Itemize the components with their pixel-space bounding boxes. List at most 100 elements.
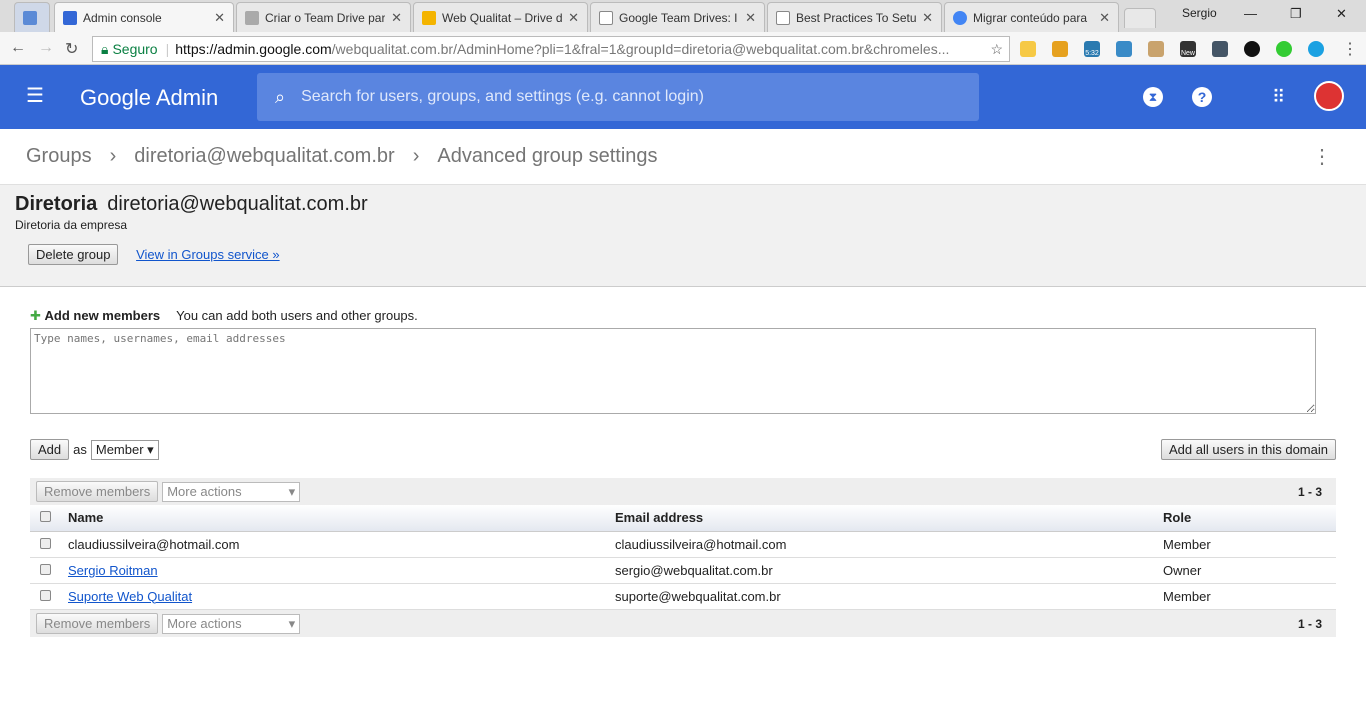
tab-admin-console[interactable]: Admin console ✕	[54, 2, 234, 32]
group-description: Diretoria da empresa	[15, 218, 128, 232]
chrome-menu-icon[interactable]: ⋮	[1342, 39, 1358, 59]
close-tab-icon[interactable]: ✕	[1099, 10, 1110, 26]
more-vert-icon[interactable]: ⋮	[1312, 144, 1332, 169]
menu-icon[interactable]: ☰	[26, 86, 46, 107]
table-row: Suporte Web Qualitat suporte@webqualitat.…	[30, 583, 1336, 610]
table-row: claudiussilveira@hotmail.com claudiussilv…	[30, 531, 1336, 558]
more-actions-select[interactable]: More actions ▾	[162, 481, 301, 502]
minimize-icon[interactable]: —	[1244, 6, 1257, 21]
profile-name[interactable]: Sergio	[1182, 6, 1217, 20]
delete-group-button[interactable]: Delete group	[28, 244, 119, 265]
tab-title: Google Team Drives: I	[619, 10, 738, 25]
hourglass-icon[interactable]: ⧗	[1143, 87, 1163, 107]
chevron-right-icon: ›	[109, 145, 117, 167]
tab-drive[interactable]: Web Qualitat – Drive d ✕	[413, 2, 588, 32]
breadcrumb: Groups › diretoria@webqualitat.com.br › Ad…	[0, 129, 1366, 185]
extension-pi-icon[interactable]	[1212, 41, 1228, 57]
add-button[interactable]: Add	[30, 439, 70, 460]
tab-title: Criar o Team Drive par	[265, 10, 386, 25]
tab-migrar[interactable]: Migrar conteúdo para ✕	[944, 2, 1119, 32]
remove-members-button[interactable]: Remove members	[36, 613, 159, 634]
member-email: sergio@webqualitat.com.br	[615, 557, 1163, 584]
view-in-groups-link[interactable]: View in Groups service »	[136, 247, 280, 262]
member-role: Member	[1163, 531, 1336, 558]
remove-members-button[interactable]: Remove members	[36, 481, 159, 502]
restore-icon[interactable]: ❐	[1290, 6, 1302, 22]
admin-header: ☰ Google Admin ⌕ Search for users, groups…	[0, 65, 1366, 129]
group-info: Diretoria diretoria@webqualitat.com.br Di…	[0, 185, 1366, 287]
extension-blue-icon[interactable]	[1308, 41, 1324, 57]
add-members-heading: ✚ Add new members You can add both users …	[30, 308, 418, 324]
add-members-hint: You can add both users and other groups.	[176, 308, 418, 323]
apps-grid-icon[interactable]: ⠿	[1272, 87, 1285, 108]
url-path: /webqualitat.com.br/AdminHome?pli=1&fral…	[331, 41, 950, 57]
select-all-checkbox[interactable]	[40, 511, 51, 523]
members-toolbar-bottom: Remove members More actions ▾ 1 - 3	[30, 610, 1336, 637]
as-label: as	[73, 442, 87, 457]
ext-badge: 5:32	[1085, 50, 1099, 57]
url-host: https://admin.google.com	[175, 41, 332, 57]
lock-icon: 🔒︎	[101, 40, 109, 57]
document-icon	[599, 10, 613, 25]
extension-s-icon[interactable]	[1116, 41, 1132, 57]
more-actions-label: More actions	[167, 483, 242, 499]
new-tab-button[interactable]	[1124, 8, 1156, 28]
member-name-link[interactable]: Suporte Web Qualitat	[68, 589, 192, 604]
extension-star-icon[interactable]	[1020, 41, 1036, 57]
tab-title: Web Qualitat – Drive d	[442, 10, 563, 25]
extension-new-icon[interactable]: New	[1180, 41, 1196, 57]
member-name: claudiussilveira@hotmail.com	[68, 531, 615, 558]
add-all-users-button[interactable]: Add all users in this domain	[1161, 439, 1336, 460]
row-checkbox[interactable]	[40, 563, 51, 575]
row-checkbox[interactable]	[40, 589, 51, 601]
document-icon	[776, 10, 790, 25]
column-name[interactable]: Name	[68, 505, 615, 532]
google-admin-logo[interactable]: Google Admin	[80, 85, 218, 111]
pagination-count: 1 - 3	[1297, 484, 1322, 499]
role-select[interactable]: Member ▾	[90, 439, 159, 460]
tab-title: Migrar conteúdo para	[973, 10, 1088, 25]
member-email: suporte@webqualitat.com.br	[615, 583, 1163, 610]
pinned-tab[interactable]	[14, 2, 50, 32]
extension-timer-icon[interactable]: 5:32	[1084, 41, 1100, 57]
tab-team-drives[interactable]: Google Team Drives: I ✕	[590, 2, 765, 32]
members-toolbar-top: Remove members More actions ▾ 1 - 3	[30, 478, 1336, 505]
breadcrumb-groups[interactable]: Groups	[26, 145, 92, 168]
close-tab-icon[interactable]: ✕	[745, 10, 756, 26]
close-tab-icon[interactable]: ✕	[391, 10, 402, 26]
ext-badge: New	[1180, 50, 1195, 57]
search-input[interactable]: ⌕ Search for users, groups, and settings …	[257, 73, 979, 121]
close-window-icon[interactable]: ✕	[1336, 6, 1347, 22]
member-email: claudiussilveira@hotmail.com	[615, 531, 1163, 558]
bookmark-star-icon[interactable]: ☆	[990, 41, 1003, 58]
url-input[interactable]: 🔒︎ Seguro | https://admin.google.com/web…	[92, 36, 1010, 62]
extension-hammer-icon[interactable]	[1148, 41, 1164, 57]
member-name-link[interactable]: Sergio Roitman	[68, 563, 158, 578]
tab-strip: Admin console ✕ Criar o Team Drive par ✕ W…	[0, 0, 1366, 32]
tab-criar[interactable]: Criar o Team Drive par ✕	[236, 2, 411, 32]
role-value: Member	[95, 441, 144, 457]
breadcrumb-group[interactable]: diretoria@webqualitat.com.br	[134, 145, 394, 168]
adblock-avatar-icon[interactable]	[1314, 81, 1344, 111]
back-icon[interactable]: ←	[10, 39, 26, 57]
search-icon: ⌕	[275, 86, 286, 107]
more-actions-select[interactable]: More actions ▾	[162, 613, 301, 634]
tab-best-practices[interactable]: Best Practices To Setu ✕	[767, 2, 942, 32]
row-checkbox[interactable]	[40, 537, 51, 549]
members-input[interactable]	[30, 328, 1316, 414]
extension-lock-icon[interactable]	[1052, 41, 1068, 57]
extension-fish-icon[interactable]	[1244, 41, 1260, 57]
chevron-right-icon: ›	[412, 145, 420, 167]
close-tab-icon[interactable]: ✕	[214, 10, 225, 26]
help-icon[interactable]: ?	[1192, 87, 1212, 107]
reload-icon[interactable]: ↻	[65, 39, 78, 59]
column-email[interactable]: Email address	[615, 505, 1163, 532]
table-row: Sergio Roitman sergio@webqualitat.com.br O…	[30, 557, 1336, 584]
close-tab-icon[interactable]: ✕	[922, 10, 933, 26]
forward-icon[interactable]: →	[38, 39, 54, 57]
column-role[interactable]: Role	[1163, 505, 1336, 532]
close-tab-icon[interactable]: ✕	[568, 10, 579, 26]
tab-title: Admin console	[83, 10, 162, 25]
member-role: Member	[1163, 583, 1336, 610]
extension-green-icon[interactable]	[1276, 41, 1292, 57]
